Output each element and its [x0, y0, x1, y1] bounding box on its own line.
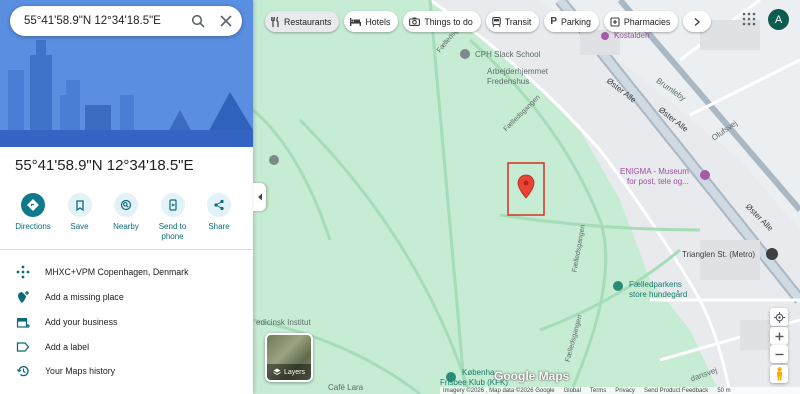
nearby-icon	[120, 199, 132, 211]
category-chips: Restaurants Hotels Things to do Transit …	[265, 11, 712, 32]
send-to-phone-label: Send to phone	[158, 222, 187, 241]
search-input[interactable]: 55°41'58.9"N 12°34'18.5"E	[24, 15, 184, 27]
business-icon	[16, 318, 30, 328]
layers-button[interactable]: Layers	[265, 333, 313, 382]
chip-transit[interactable]: Transit	[485, 11, 540, 32]
train-icon	[492, 16, 501, 27]
chevron-right-icon	[694, 17, 701, 26]
avatar[interactable]: A	[768, 9, 789, 30]
bookmark-icon	[75, 199, 84, 211]
hero-image: 55°41'58.9"N 12°34'18.5"E	[0, 0, 253, 147]
map-label-kostalden: Kostalden	[614, 31, 650, 40]
map-label-medicinsk: edicinsk Institut	[256, 318, 311, 327]
maps-history-text: Your Maps history	[45, 366, 116, 376]
layers-icon	[273, 368, 281, 376]
chip-label: Parking	[561, 16, 591, 27]
save-button[interactable]: Save	[57, 193, 103, 242]
zoom-out-button[interactable]	[770, 345, 788, 363]
collapse-panel-button[interactable]	[253, 183, 266, 211]
map-label-cph-slack: CPH Slack School	[475, 50, 541, 59]
add-missing-place-text: Add a missing place	[45, 292, 124, 302]
save-label: Save	[70, 222, 89, 231]
privacy-link[interactable]: Privacy	[615, 388, 635, 394]
plus-code-icon	[16, 265, 30, 279]
map-label-faelledparkens: Fælledparkens	[629, 280, 682, 289]
share-button[interactable]: Share	[196, 193, 242, 242]
map-label-hundegard: store hundegård	[629, 290, 688, 299]
place-panel: 55°41'58.9"N 12°34'18.5"E 55°41'58.9"N 1…	[0, 0, 253, 394]
plus-code-row[interactable]: MHXC+VPM Copenhagen, Denmark	[15, 262, 189, 282]
chip-things-to-do[interactable]: Things to do	[403, 11, 481, 32]
scale-bar[interactable]: 50 m	[717, 388, 730, 394]
search-button[interactable]	[184, 7, 212, 35]
crosshair-icon	[773, 311, 785, 323]
my-location-button[interactable]	[770, 308, 788, 326]
add-business-row[interactable]: Add your business	[15, 312, 117, 332]
chips-next-button[interactable]	[683, 11, 712, 32]
imagery-attribution: Imagery ©2026 , Map data ©2026 Google	[443, 387, 555, 394]
apps-grid-icon[interactable]	[742, 12, 756, 26]
label-icon	[16, 342, 30, 352]
layers-caption: Layers	[267, 364, 311, 380]
share-label: Share	[208, 222, 230, 231]
add-place-icon	[18, 291, 29, 303]
divider	[0, 249, 253, 250]
feedback-link[interactable]: Send Product Feedback	[644, 388, 708, 394]
share-icon	[214, 199, 224, 211]
pegman-icon	[776, 367, 782, 381]
nearby-button[interactable]: Nearby	[103, 193, 149, 242]
maps-history-row[interactable]: Your Maps history	[15, 361, 115, 381]
camera-icon	[409, 17, 421, 26]
google-maps-logo: Google Maps	[494, 369, 570, 383]
directions-label: Directions	[15, 222, 51, 231]
search-icon	[191, 14, 205, 28]
add-label-row[interactable]: Add a label	[15, 337, 89, 357]
nearby-label: Nearby	[113, 222, 139, 231]
map-label-kobenhavn: Københa	[462, 368, 495, 377]
directions-button[interactable]: Directions	[10, 193, 56, 242]
chip-label: Hotels	[365, 16, 391, 27]
chip-restaurants[interactable]: Restaurants	[265, 11, 340, 32]
add-missing-place-row[interactable]: Add a missing place	[15, 287, 124, 307]
map-label-arbejderhjemmet: Arbejderhjemmet	[487, 67, 548, 76]
search-box[interactable]: 55°41'58.9"N 12°34'18.5"E	[10, 6, 242, 36]
map-label-fredenshus: Fredenshus	[487, 77, 530, 86]
add-label-text: Add a label	[45, 342, 90, 352]
phone-icon	[168, 199, 177, 211]
global-link[interactable]: Global	[564, 388, 581, 394]
map-label-enigma-2: for post, tele og...	[627, 177, 689, 186]
chip-parking[interactable]: P Parking	[544, 11, 599, 32]
map-label-enigma-1: ENIGMA - Museum	[620, 167, 689, 176]
chip-pharmacies[interactable]: Pharmacies	[603, 11, 679, 32]
street-view-pegman[interactable]	[770, 365, 788, 383]
bed-icon	[350, 18, 362, 26]
zoom-in-button[interactable]	[770, 327, 788, 345]
pharmacy-icon	[610, 16, 620, 27]
parking-icon: P	[550, 16, 558, 27]
minus-icon	[775, 353, 783, 355]
chevron-left-icon	[257, 193, 262, 201]
add-business-text: Add your business	[45, 317, 118, 327]
close-button[interactable]	[212, 7, 240, 35]
history-icon	[17, 366, 29, 377]
chip-label: Restaurants	[284, 16, 332, 27]
chip-label: Things to do	[424, 16, 473, 27]
fork-knife-icon	[271, 16, 279, 27]
chip-label: Pharmacies	[623, 16, 671, 27]
directions-icon	[27, 199, 39, 211]
map-label-cafe-lara: Café Lara	[328, 383, 364, 392]
map-label-trianglen: Trianglen St. (Metro)	[682, 250, 756, 259]
chip-label: Transit	[504, 16, 532, 27]
send-to-phone-button[interactable]: Send to phone	[150, 193, 196, 242]
close-icon	[220, 15, 232, 27]
chip-hotels[interactable]: Hotels	[344, 11, 399, 32]
layers-label: Layers	[283, 368, 305, 376]
action-buttons: Directions Save Nearby Send to phone Sha…	[10, 193, 242, 242]
plus-icon	[775, 332, 783, 340]
plus-code-text: MHXC+VPM Copenhagen, Denmark	[45, 267, 189, 277]
terms-link[interactable]: Terms	[590, 388, 606, 394]
map-footer: Imagery ©2026 , Map data ©2026 Google Gl…	[440, 387, 800, 394]
place-title: 55°41'58.9"N 12°34'18.5"E	[15, 157, 194, 174]
